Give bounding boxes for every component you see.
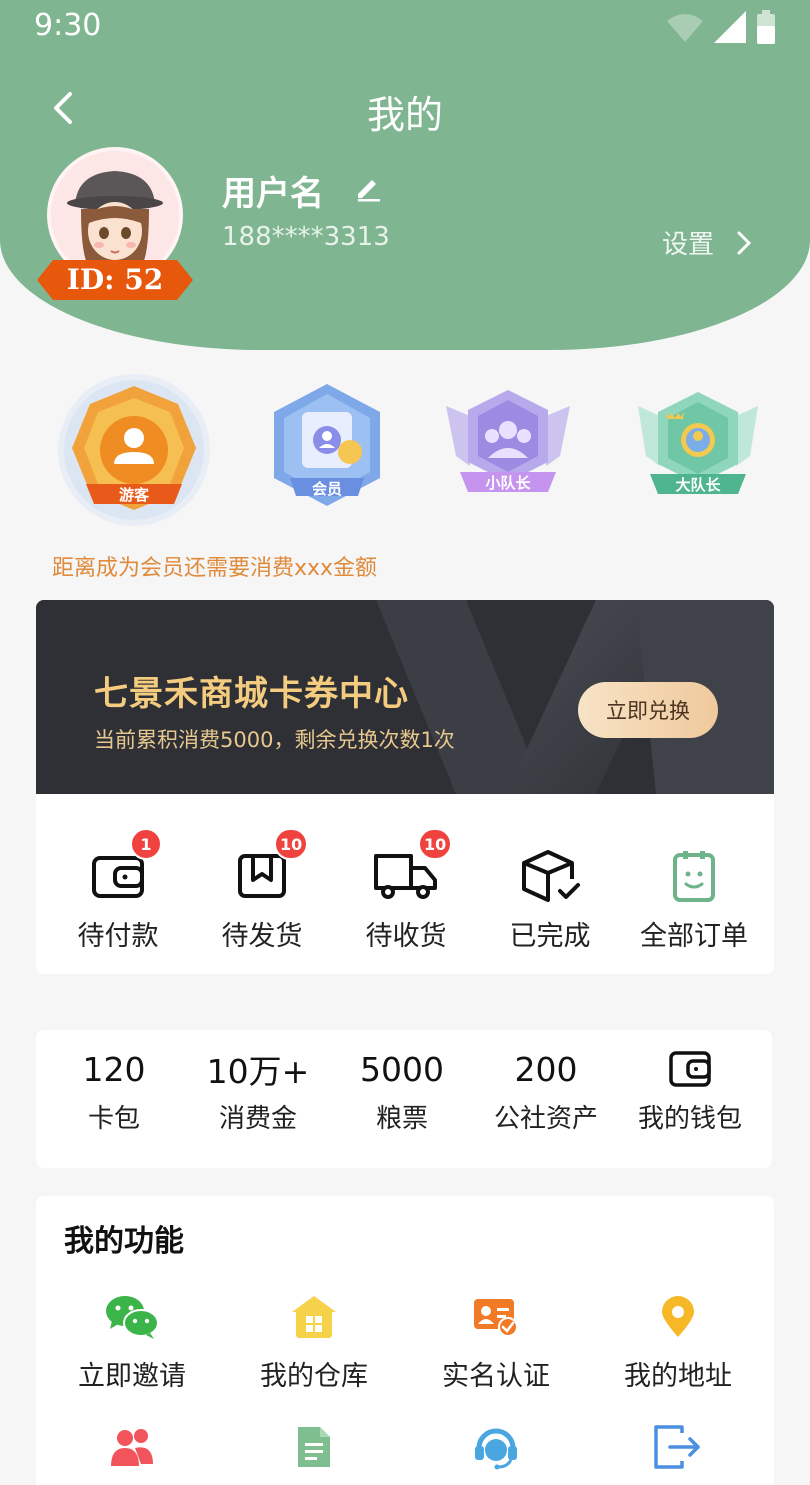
func-label: 立即邀请 [78, 1361, 186, 1392]
func-team[interactable] [42, 1422, 222, 1472]
order-label: 待付款 [77, 921, 159, 952]
level-progress-tip: 距离成为会员还需要消费xxx金额 [52, 556, 378, 581]
status-icons [666, 10, 776, 44]
location-pin-icon [662, 1296, 694, 1337]
section-title: 我的功能 [64, 1224, 184, 1259]
my-functions-card: 我的功能 立即邀请 我的仓库 实名认证 我的地址 [36, 1196, 774, 1485]
stat-label: 卡包 [87, 1104, 140, 1134]
stat-commune-assets[interactable]: 200 公社资产 [474, 1048, 618, 1135]
stat-food-coupon[interactable]: 5000 粮票 [330, 1048, 474, 1135]
assets-card: 120 卡包 10万+ 消费金 5000 粮票 200 公社资产 我的钱包 [36, 1030, 772, 1168]
id-card-check-icon [474, 1299, 518, 1337]
orders-card: 1 待付款 10 待发货 10 待收货 已完成 全部订单 [36, 794, 774, 974]
banner-subtitle: 当前累积消费5000，剩余兑换次数1次 [94, 728, 455, 752]
stat-label: 粮票 [375, 1104, 428, 1134]
settings-link[interactable]: 设置 [662, 224, 754, 261]
document-icon [298, 1427, 330, 1467]
headset-icon [475, 1428, 517, 1470]
phone-number: 188****3313 [222, 222, 390, 252]
level-badge-squad-leader[interactable]: 小队长 [444, 386, 572, 504]
username: 用户名 [222, 174, 324, 214]
order-pending-receipt[interactable]: 10 待收货 [336, 828, 476, 953]
clipboard-face-icon [673, 851, 715, 902]
func-invite[interactable]: 立即邀请 [42, 1292, 222, 1393]
func-address[interactable]: 我的地址 [588, 1292, 768, 1393]
stat-consumption-credit[interactable]: 10万+ 消费金 [186, 1048, 330, 1135]
func-label: 我的地址 [624, 1361, 732, 1392]
func-real-name-auth[interactable]: 实名认证 [406, 1292, 586, 1393]
redeem-button[interactable]: 立即兑换 [578, 682, 718, 738]
func-document[interactable] [224, 1422, 404, 1472]
pencil-icon[interactable] [354, 174, 382, 202]
func-warehouse[interactable]: 我的仓库 [224, 1292, 404, 1393]
func-label: 我的仓库 [260, 1361, 368, 1392]
user-id: ID: 52 [66, 263, 164, 296]
level-label: 小队长 [485, 474, 531, 492]
status-time: 9:30 [34, 8, 102, 43]
stat-my-wallet[interactable]: 我的钱包 [618, 1048, 762, 1135]
order-pending-payment[interactable]: 1 待付款 [48, 828, 188, 953]
stat-value: 200 [514, 1049, 578, 1089]
level-badge-member[interactable]: 会员 [270, 382, 384, 508]
order-pending-shipment[interactable]: 10 待发货 [192, 828, 332, 953]
func-logout[interactable] [588, 1422, 768, 1472]
wechat-icon [106, 1296, 159, 1339]
box-check-icon [522, 850, 580, 902]
level-label: 大队长 [675, 476, 721, 494]
stat-label: 消费金 [218, 1104, 297, 1134]
func-label: 实名认证 [442, 1361, 550, 1392]
logout-icon [654, 1425, 700, 1469]
order-all[interactable]: 全部订单 [624, 846, 764, 953]
order-label: 待收货 [365, 921, 447, 952]
badge-count: 10 [274, 828, 309, 860]
order-label: 全部订单 [640, 921, 748, 952]
order-label: 待发货 [221, 921, 303, 952]
settings-label: 设置 [662, 230, 715, 260]
battery-icon [757, 10, 775, 44]
signal-icon [714, 11, 746, 43]
coupon-center-banner[interactable]: 七景禾商城卡券中心 当前累积消费5000，剩余兑换次数1次 立即兑换 [36, 600, 774, 794]
stat-value: 120 [82, 1049, 146, 1089]
banner-title: 七景禾商城卡券中心 [94, 674, 409, 714]
wifi-icon [667, 14, 703, 42]
page-title: 我的 [366, 93, 443, 137]
wallet-icon [92, 856, 144, 898]
package-box-icon [238, 854, 286, 898]
chevron-right-icon [737, 231, 752, 254]
warehouse-icon [292, 1296, 336, 1338]
stat-card-pack[interactable]: 120 卡包 [42, 1048, 186, 1135]
stat-label: 公社资产 [493, 1104, 598, 1134]
level-label: 游客 [118, 486, 149, 504]
stat-label: 我的钱包 [637, 1104, 742, 1134]
level-label: 会员 [311, 480, 342, 498]
stat-value: 5000 [360, 1049, 444, 1089]
users-icon [111, 1429, 153, 1466]
wallet-icon [669, 1051, 711, 1087]
badge-count: 10 [418, 828, 453, 860]
level-badge-visitor[interactable]: 游客 [56, 372, 212, 528]
stat-value: 10万+ [206, 1052, 310, 1091]
level-badge-captain[interactable]: 大队长 [636, 388, 760, 504]
func-customer-service[interactable] [406, 1422, 586, 1472]
id-badge: ID: 52 [37, 256, 193, 304]
order-label: 已完成 [509, 921, 591, 952]
order-completed[interactable]: 已完成 [480, 846, 620, 953]
badge-count: 1 [130, 828, 162, 860]
